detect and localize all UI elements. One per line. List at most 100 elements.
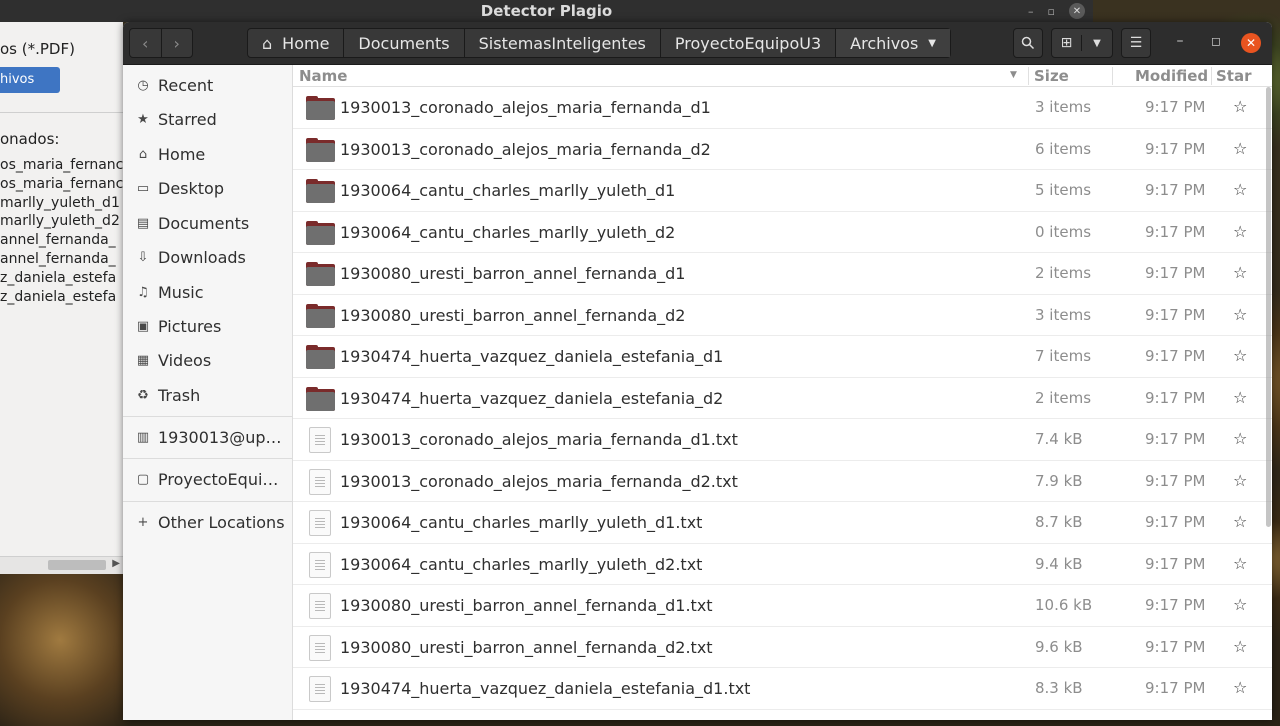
videos-icon: ▦ (136, 352, 150, 368)
table-row[interactable]: 1930013_coronado_alejos_maria_fernanda_d… (293, 419, 1272, 461)
file-list: Name ▼ Size Modified Star 1930013_corona… (293, 65, 1272, 720)
minimize-button[interactable]: – (1170, 33, 1190, 49)
sidebar-item-music[interactable]: ♫ Music (123, 275, 293, 309)
sidebar-item-downloads[interactable]: ⇩ Downloads (123, 240, 293, 274)
star-icon[interactable]: ☆ (1233, 222, 1247, 241)
table-row[interactable]: 1930474_huerta_vazquez_daniela_estefania… (293, 668, 1272, 710)
home-icon: ⌂ (262, 33, 273, 53)
star-icon[interactable]: ☆ (1233, 595, 1247, 614)
star-icon[interactable]: ☆ (1233, 471, 1247, 490)
background-window: os (*.PDF) hivos onados: os_maria_fernan… (0, 22, 123, 574)
back-button[interactable]: ‹ (130, 29, 161, 57)
breadcrumb-archivos[interactable]: Archivos ▼ (836, 29, 950, 57)
sidebar-item-bookmark[interactable]: ▢ ProyectoEqui… (123, 462, 293, 496)
home-icon: ⌂ (138, 146, 148, 162)
view-options-button[interactable]: ⊞ ▼ (1051, 28, 1113, 58)
table-row[interactable]: 1930013_coronado_alejos_maria_fernanda_d… (293, 129, 1272, 170)
table-row[interactable]: 1930064_cantu_charles_marlly_yuleth_d2 0 … (293, 212, 1272, 253)
sidebar-item-trash[interactable]: ♻ Trash (123, 378, 293, 412)
sidebar-item-videos[interactable]: ▦ Videos (123, 343, 293, 377)
table-row[interactable]: 1930080_uresti_barron_annel_fernanda_d1.… (293, 585, 1272, 627)
minimize-icon[interactable]: – (1028, 5, 1034, 18)
breadcrumb-home[interactable]: ⌂ Home (248, 29, 345, 57)
close-button[interactable]: ✕ (1241, 33, 1261, 53)
table-row[interactable]: 1930064_cantu_charles_marlly_yuleth_d2.t… (293, 544, 1272, 585)
divider (0, 112, 123, 113)
table-row[interactable]: 1930064_cantu_charles_marlly_yuleth_d1.t… (293, 502, 1272, 544)
file-size: 9.6 kB (1035, 637, 1083, 656)
caret-down-icon[interactable]: ▼ (928, 38, 936, 49)
vertical-scrollbar[interactable] (1266, 87, 1271, 527)
breadcrumb-sistemasinteligentes[interactable]: SistemasInteligentes (465, 29, 661, 57)
star-icon[interactable]: ☆ (1233, 305, 1247, 324)
search-button[interactable] (1013, 28, 1043, 58)
list-item: marlly_yuleth_d2 (0, 213, 120, 230)
sidebar-item-label: Home (158, 144, 206, 164)
table-row[interactable]: 1930064_cantu_charles_marlly_yuleth_d1 5 … (293, 170, 1272, 212)
column-header-name[interactable]: Name (299, 67, 347, 85)
star-icon[interactable]: ☆ (1233, 637, 1247, 656)
horizontal-scrollbar[interactable]: ▶ (0, 556, 123, 574)
table-row[interactable]: 1930013_coronado_alejos_maria_fernanda_d… (293, 87, 1272, 129)
select-files-button[interactable]: hivos (0, 67, 60, 93)
sidebar-item-starred[interactable]: ★ Starred (123, 102, 293, 136)
caret-down-icon[interactable]: ▼ (1082, 38, 1112, 49)
breadcrumb-documents[interactable]: Documents (344, 29, 465, 57)
table-row[interactable]: 1930013_coronado_alejos_maria_fernanda_d… (293, 461, 1272, 502)
sidebar: ◷ Recent ★ Starred ⌂ Home ▭ Desktop ▤ Documen… (123, 65, 293, 720)
selected-files-list: os_maria_fernanc os_maria_fernanc marlly… (0, 156, 123, 306)
scrollbar-thumb[interactable] (48, 560, 106, 570)
file-modified: 9:17 PM (1145, 305, 1206, 324)
scroll-right-icon[interactable]: ▶ (112, 558, 120, 569)
sidebar-item-desktop[interactable]: ▭ Desktop (123, 171, 293, 205)
star-icon: ★ (137, 111, 149, 127)
star-icon[interactable]: ☆ (1233, 180, 1247, 199)
file-size: 3 items (1035, 305, 1092, 324)
table-row[interactable]: 1930080_uresti_barron_annel_fernanda_d2 3… (293, 295, 1272, 336)
divider (1028, 67, 1029, 85)
menu-button[interactable]: ☰ (1121, 28, 1151, 58)
star-icon[interactable]: ☆ (1233, 263, 1247, 282)
maximize-button[interactable]: ◻ (1206, 34, 1226, 48)
text-file-icon (309, 468, 331, 495)
star-icon[interactable]: ☆ (1233, 429, 1247, 448)
chevron-right-icon: › (173, 33, 180, 53)
sidebar-item-documents[interactable]: ▤ Documents (123, 206, 293, 240)
table-row[interactable]: 1930474_huerta_vazquez_daniela_estefania… (293, 378, 1272, 419)
chevron-left-icon: ‹ (142, 33, 149, 53)
column-header-modified[interactable]: Modified (1135, 67, 1208, 85)
star-icon[interactable]: ☆ (1233, 346, 1247, 365)
column-header-size[interactable]: Size (1034, 67, 1069, 85)
close-icon[interactable]: ✕ (1069, 3, 1085, 19)
folder-icon (306, 179, 335, 203)
table-row[interactable]: 1930474_huerta_vazquez_daniela_estefania… (293, 336, 1272, 378)
sidebar-item-home[interactable]: ⌂ Home (123, 137, 293, 171)
file-modified: 9:17 PM (1145, 98, 1206, 116)
sort-descending-icon[interactable]: ▼ (1010, 70, 1017, 80)
star-icon[interactable]: ☆ (1233, 97, 1247, 116)
file-size: 7.4 kB (1035, 430, 1083, 448)
table-row[interactable]: 1930080_uresti_barron_annel_fernanda_d1 2… (293, 253, 1272, 295)
file-name: 1930080_uresti_barron_annel_fernanda_d1 (340, 264, 686, 283)
grid-view-icon[interactable]: ⊞ (1052, 35, 1082, 51)
star-icon[interactable]: ☆ (1233, 512, 1247, 531)
star-icon[interactable]: ☆ (1233, 678, 1247, 697)
maximize-icon[interactable]: ▫ (1048, 5, 1055, 18)
sidebar-item-other-locations[interactable]: + Other Locations (123, 505, 293, 539)
star-icon[interactable]: ☆ (1233, 139, 1247, 158)
file-modified: 9:17 PM (1145, 264, 1206, 282)
column-header-star[interactable]: Star (1216, 67, 1252, 85)
star-icon[interactable]: ☆ (1233, 388, 1247, 407)
file-name: 1930064_cantu_charles_marlly_yuleth_d1.t… (340, 513, 703, 532)
table-row[interactable]: 1930080_uresti_barron_annel_fernanda_d2.… (293, 627, 1272, 668)
sidebar-item-network-drive[interactable]: ▥ 1930013@up… (123, 420, 293, 454)
sidebar-item-recent[interactable]: ◷ Recent (123, 68, 293, 102)
maximize-icon: ◻ (1211, 34, 1221, 48)
sidebar-item-pictures[interactable]: ▣ Pictures (123, 309, 293, 343)
sidebar-item-label: Videos (158, 350, 212, 370)
background-window-titlebar[interactable]: Detector Plagio – ▫ ✕ (0, 0, 1093, 22)
star-icon[interactable]: ☆ (1233, 554, 1247, 573)
breadcrumb-proyectoequipou3[interactable]: ProyectoEquipoU3 (661, 29, 837, 57)
forward-button[interactable]: › (160, 29, 193, 57)
file-name: 1930064_cantu_charles_marlly_yuleth_d2.t… (340, 554, 703, 574)
